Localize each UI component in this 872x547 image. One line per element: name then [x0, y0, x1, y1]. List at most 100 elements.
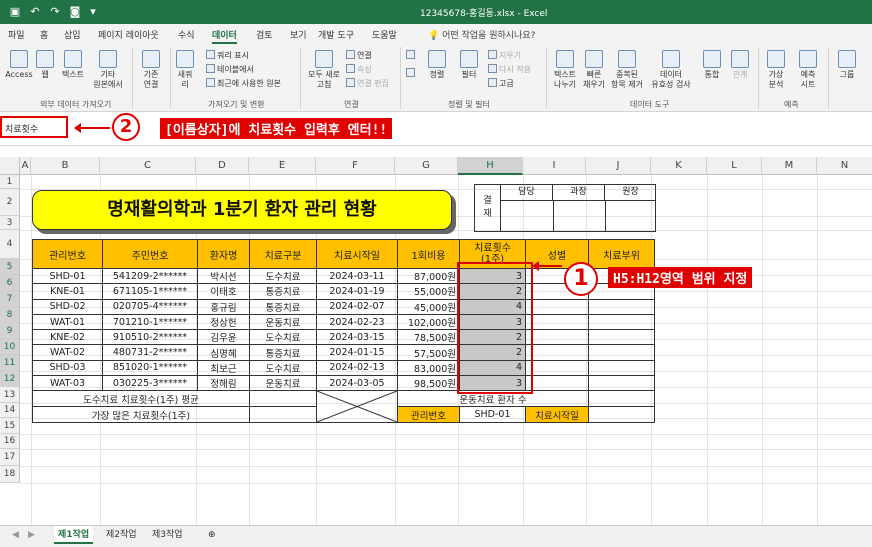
flash-fill-button[interactable]: 빠른 채우기: [580, 50, 608, 90]
cell-treatment-type[interactable]: 통증치료: [249, 283, 317, 300]
cell-cost[interactable]: 45,000원: [397, 298, 460, 315]
cell-cost[interactable]: 57,500원: [397, 344, 460, 361]
new-query-button[interactable]: 새쿼 리: [174, 50, 196, 90]
cell-patient-name[interactable]: 심명혜: [197, 344, 250, 361]
column-header-d[interactable]: D: [196, 157, 249, 175]
cell-start-date[interactable]: 2024-02-07: [316, 298, 398, 315]
cell-resident-no[interactable]: 030225-3******: [102, 375, 198, 392]
cell-body-part[interactable]: [588, 375, 655, 392]
cell-gender[interactable]: [525, 375, 589, 392]
cell-start-date[interactable]: 2024-02-13: [316, 359, 398, 377]
consolidate-button[interactable]: 통합: [700, 50, 724, 80]
cell-patient-name[interactable]: 박시선: [197, 267, 250, 285]
camera-icon[interactable]: ◙: [68, 5, 82, 19]
cell-mgmt-no[interactable]: SHD-03: [32, 359, 103, 377]
cell-resident-no[interactable]: 851020-1******: [102, 359, 198, 377]
sheet-tab-2[interactable]: 제2작업: [102, 526, 141, 544]
row-header-2[interactable]: 2: [0, 189, 20, 216]
cell-body-part[interactable]: [588, 359, 655, 377]
footer-avg-value[interactable]: [249, 390, 317, 408]
text-to-columns-button[interactable]: 텍스트 나누기: [550, 50, 580, 90]
cell-body-part[interactable]: [588, 313, 655, 331]
row-header-1[interactable]: 1: [0, 175, 20, 189]
from-table-button[interactable]: 테이블에서: [206, 64, 254, 75]
existing-connections-button[interactable]: 기존 연결: [136, 50, 166, 90]
cell-start-date[interactable]: 2024-01-15: [316, 344, 398, 361]
next-sheet-icon[interactable]: ▶: [24, 526, 39, 544]
cell-resident-no[interactable]: 480731-2******: [102, 344, 198, 361]
cell-resident-no[interactable]: 701210-1******: [102, 313, 198, 331]
cell-treatment-type[interactable]: 운동치료: [249, 375, 317, 392]
row-header-10[interactable]: 10: [0, 339, 20, 355]
tab-file[interactable]: 파일: [8, 28, 25, 41]
row-header-14[interactable]: 14: [0, 403, 20, 418]
footer-max-value[interactable]: [249, 406, 317, 424]
cell-patient-name[interactable]: 최보근: [197, 359, 250, 377]
cell-gender[interactable]: [525, 329, 589, 346]
forecast-sheet-button[interactable]: 예측 시트: [794, 50, 822, 90]
prev-sheet-icon[interactable]: ◀: [8, 526, 23, 544]
tab-page-layout[interactable]: 페이지 레이아웃: [98, 28, 159, 41]
cell-treatment-type[interactable]: 도수치료: [249, 267, 317, 285]
column-header-g[interactable]: G: [395, 157, 458, 175]
clear-filter-button[interactable]: 지우기: [488, 50, 521, 61]
cell-gender[interactable]: [525, 359, 589, 377]
save-icon[interactable]: ▣: [8, 5, 22, 19]
column-header-c[interactable]: C: [100, 157, 196, 175]
customize-quick-access-icon[interactable]: ▾: [86, 5, 100, 19]
cell-mgmt-no[interactable]: KNE-01: [32, 283, 103, 300]
sort-button[interactable]: 정렬: [424, 50, 450, 80]
cell-treatment-type[interactable]: 통증치료: [249, 344, 317, 361]
select-all-corner[interactable]: [0, 157, 20, 175]
sort-desc-button[interactable]: [406, 68, 417, 78]
column-header-j[interactable]: J: [586, 157, 651, 175]
sheet-tab-3[interactable]: 제3작업: [148, 526, 187, 544]
cell-patient-name[interactable]: 정상헌: [197, 313, 250, 331]
cell-treatment-type[interactable]: 통증치료: [249, 298, 317, 315]
cell-start-date[interactable]: 2024-03-15: [316, 329, 398, 346]
cell-resident-no[interactable]: 671105-1******: [102, 283, 198, 300]
cell-cost[interactable]: 78,500원: [397, 329, 460, 346]
cell-resident-no[interactable]: 910510-2******: [102, 329, 198, 346]
column-header-m[interactable]: M: [762, 157, 817, 175]
cell-cost[interactable]: 55,000원: [397, 283, 460, 300]
advanced-filter-button[interactable]: 고급: [488, 78, 514, 89]
cell-gender[interactable]: [525, 344, 589, 361]
cell-body-part[interactable]: [588, 298, 655, 315]
column-header-a[interactable]: A: [20, 157, 31, 175]
access-button[interactable]: Access: [4, 50, 34, 80]
web-button[interactable]: 웹: [34, 50, 56, 80]
remove-duplicates-button[interactable]: 중복된 항목 제거: [608, 50, 646, 90]
cell-patient-name[interactable]: 김우윤: [197, 329, 250, 346]
redo-icon[interactable]: ↷: [48, 5, 62, 19]
column-header-b[interactable]: B: [31, 157, 100, 175]
tab-formulas[interactable]: 수식: [178, 28, 195, 41]
tab-developer[interactable]: 개발 도구: [318, 28, 354, 41]
row-header-6[interactable]: 6: [0, 275, 20, 291]
row-header-8[interactable]: 8: [0, 307, 20, 323]
tab-review[interactable]: 검토: [256, 28, 273, 41]
cell-cost[interactable]: 83,000원: [397, 359, 460, 377]
connections-button[interactable]: 연결: [346, 50, 372, 61]
row-header-16[interactable]: 16: [0, 434, 20, 449]
cell-mgmt-no[interactable]: KNE-02: [32, 329, 103, 346]
row-header-18[interactable]: 18: [0, 466, 20, 483]
cell-mgmt-no[interactable]: WAT-03: [32, 375, 103, 392]
add-sheet-icon[interactable]: ⊕: [204, 526, 220, 544]
row-header-4[interactable]: 4: [0, 230, 20, 259]
row-header-5[interactable]: 5: [0, 259, 20, 275]
cell-body-part[interactable]: [588, 344, 655, 361]
cell-treatment-type[interactable]: 운동치료: [249, 313, 317, 331]
cell-patient-name[interactable]: 이태호: [197, 283, 250, 300]
column-header-i[interactable]: I: [523, 157, 586, 175]
column-header-e[interactable]: E: [249, 157, 316, 175]
column-header-l[interactable]: L: [707, 157, 762, 175]
row-header-12[interactable]: 12: [0, 371, 20, 387]
group-button[interactable]: 그룹: [834, 50, 860, 80]
column-header-h[interactable]: H: [458, 157, 523, 175]
refresh-all-button[interactable]: 모두 새로 고침: [304, 50, 344, 90]
tab-home[interactable]: 홈: [40, 28, 48, 41]
column-header-n[interactable]: N: [817, 157, 872, 175]
cell-start-date[interactable]: 2024-03-11: [316, 267, 398, 285]
cell-start-date[interactable]: 2024-02-23: [316, 313, 398, 331]
